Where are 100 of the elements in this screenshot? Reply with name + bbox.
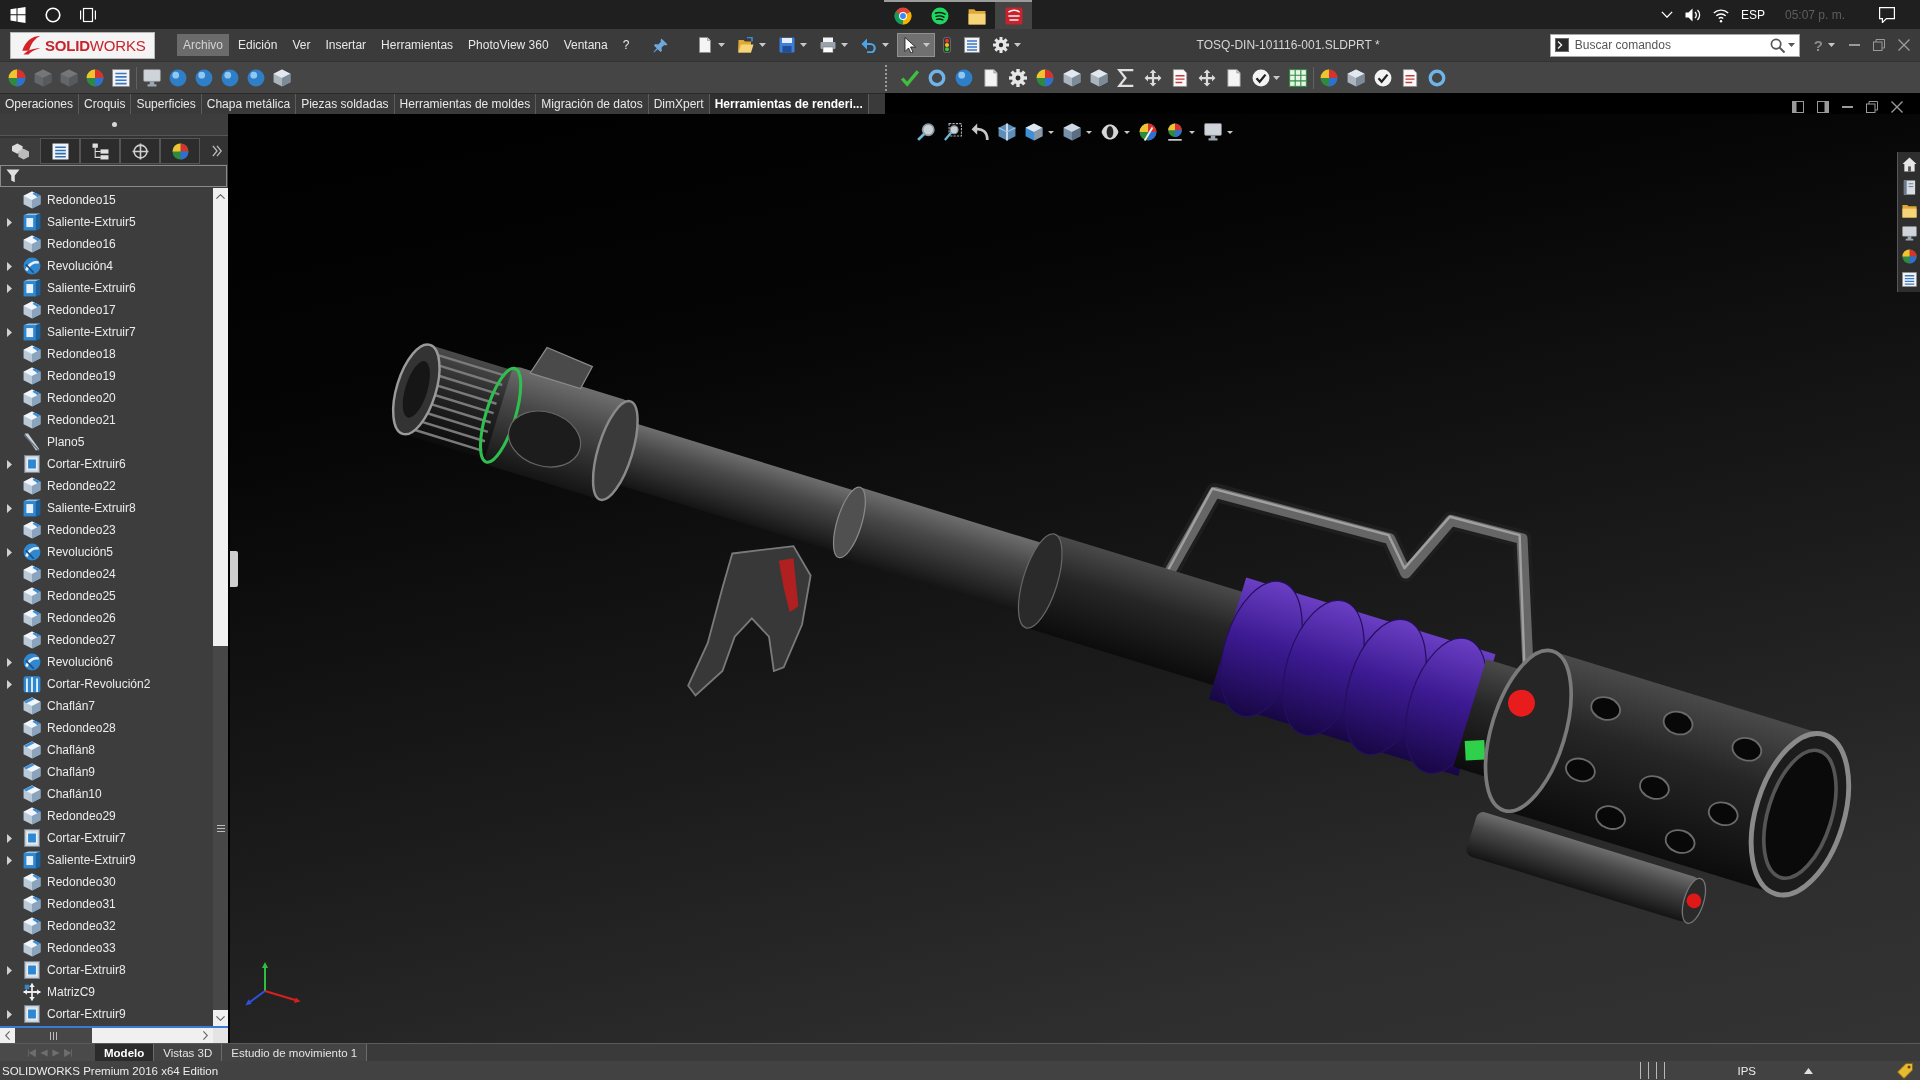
menu-item[interactable]: Edición — [232, 34, 284, 56]
ring-icon[interactable] — [1428, 68, 1446, 87]
check-mark-icon[interactable] — [901, 68, 919, 87]
caret-icon[interactable] — [1086, 130, 1092, 134]
expand-arrow-icon[interactable] — [7, 965, 12, 975]
sphere-icon[interactable] — [955, 68, 973, 87]
expand-arrow-icon[interactable] — [7, 1009, 12, 1019]
scrollbar-thumb[interactable] — [213, 646, 228, 1010]
view-cube-icon[interactable] — [1025, 123, 1043, 141]
folder-icon[interactable] — [967, 6, 986, 25]
horizontal-scrollbar[interactable] — [0, 1028, 213, 1043]
segmented-sphere-icon[interactable] — [1901, 249, 1917, 264]
menu-item[interactable]: Herramientas — [375, 34, 460, 56]
tree-item[interactable]: Cortar-Extruir9 — [17, 1004, 128, 1024]
home-icon[interactable] — [1901, 157, 1917, 172]
list-icon[interactable] — [112, 68, 130, 87]
tree-item[interactable]: Redondeo19 — [17, 366, 118, 386]
browser-logo-icon[interactable] — [893, 6, 912, 25]
cursor-button[interactable] — [897, 33, 936, 57]
ring-icon[interactable] — [928, 68, 946, 87]
tree-item[interactable]: Cortar-Extruir6 — [17, 454, 128, 474]
document-icon[interactable] — [1171, 68, 1189, 87]
taskbar-app-button[interactable] — [995, 0, 1032, 29]
circle-icon[interactable] — [45, 6, 61, 23]
expand-arrow-icon[interactable] — [7, 261, 12, 271]
segmented-sphere-icon[interactable] — [1036, 68, 1054, 87]
expand-arrow-icon[interactable] — [7, 547, 12, 557]
tree-item[interactable]: Saliente-Extruir6 — [17, 278, 138, 298]
caret-icon[interactable] — [1189, 130, 1195, 134]
tree-item[interactable]: Chaflán7 — [17, 696, 98, 716]
section-cube-icon[interactable] — [998, 123, 1016, 141]
spreadsheet-icon[interactable] — [1289, 68, 1307, 87]
caret-icon[interactable] — [1227, 130, 1233, 134]
expand-arrow-icon[interactable] — [7, 459, 12, 469]
arrows-icon[interactable] — [1144, 68, 1162, 87]
bottom-tab[interactable]: Modelo — [95, 1044, 155, 1061]
tag-icon[interactable] — [1897, 1062, 1913, 1079]
restore-icon[interactable] — [1873, 39, 1885, 51]
menu-item[interactable]: PhotoView 360 — [462, 34, 555, 56]
tree-item[interactable]: Redondeo23 — [17, 520, 118, 540]
filter-field[interactable] — [0, 165, 227, 187]
eye-icon[interactable] — [1101, 123, 1119, 141]
tree-item[interactable]: Cortar-Extruir8 — [17, 960, 128, 980]
caret-icon[interactable] — [1787, 43, 1795, 47]
tree-item[interactable]: Cortar-Extruir7 — [17, 828, 128, 848]
unit-system-button[interactable]: IPS — [1735, 1064, 1758, 1077]
notification-icon[interactable] — [1879, 6, 1895, 23]
command-tab[interactable]: Herramientas de renderi... — [709, 94, 869, 114]
tree-item[interactable]: Redondeo24 — [17, 564, 118, 584]
document-icon[interactable] — [1401, 68, 1419, 87]
tree-item[interactable]: Redondeo22 — [17, 476, 118, 496]
restore-icon[interactable] — [1866, 100, 1878, 113]
tree-item[interactable]: Redondeo33 — [17, 938, 118, 958]
check-circle-icon[interactable] — [1252, 68, 1270, 87]
zoom-area-icon[interactable] — [944, 123, 962, 141]
tree-item[interactable]: Saliente-Extruir9 — [17, 850, 138, 870]
segmented-sphere-icon[interactable] — [86, 68, 104, 87]
tree-item[interactable]: Chaflán8 — [17, 740, 98, 760]
expand-arrow-icon[interactable] — [7, 657, 12, 667]
tree-item[interactable]: Redondeo25 — [17, 586, 118, 606]
chevron-down-icon[interactable] — [1660, 11, 1673, 18]
scrollbar-thumb[interactable] — [15, 1028, 92, 1043]
cube-icon[interactable] — [1063, 68, 1081, 87]
caret-icon[interactable] — [1124, 130, 1130, 134]
tree-item[interactable]: Redondeo32 — [17, 916, 118, 936]
search-field[interactable]: Buscar comandos — [1549, 33, 1800, 57]
panel-tab[interactable] — [80, 138, 120, 164]
speaker-icon[interactable] — [1684, 6, 1701, 23]
cube-icon[interactable] — [1090, 68, 1108, 87]
start-menu-icon[interactable] — [10, 6, 26, 23]
magnifier-icon[interactable] — [917, 123, 935, 141]
left-panel-icon[interactable] — [1792, 100, 1804, 113]
list-icon[interactable] — [1901, 272, 1917, 287]
tree-item[interactable]: Redondeo31 — [17, 894, 118, 914]
expand-arrow-icon[interactable] — [7, 503, 12, 513]
tree-item[interactable]: Redondeo30 — [17, 872, 118, 892]
sphere-icon[interactable] — [221, 68, 239, 87]
music-logo-icon[interactable] — [930, 6, 949, 25]
panel-collapse-handle[interactable] — [230, 551, 238, 587]
sphere-icon[interactable] — [195, 68, 213, 87]
search-icon[interactable] — [1769, 37, 1785, 53]
tree-item[interactable]: Redondeo29 — [17, 806, 118, 826]
expand-arrow-icon[interactable] — [7, 217, 12, 227]
tree-item[interactable]: Chaflán10 — [17, 784, 104, 804]
sphere-icon[interactable] — [247, 68, 265, 87]
gear-icon[interactable] — [1009, 68, 1027, 87]
cube-icon[interactable] — [273, 68, 291, 87]
caret-icon[interactable] — [1048, 130, 1054, 134]
tree-item[interactable]: Redondeo16 — [17, 234, 118, 254]
sphere-brush-icon[interactable] — [1139, 123, 1157, 141]
panel-tab[interactable] — [120, 138, 160, 164]
check-circle-icon[interactable] — [1374, 68, 1392, 87]
segmented-sphere-icon[interactable] — [8, 68, 26, 87]
tree-item[interactable]: Redondeo17 — [17, 300, 118, 320]
tree-item[interactable]: Redondeo21 — [17, 410, 118, 430]
menu-item[interactable]: ? — [616, 34, 636, 56]
tree-item[interactable]: Redondeo20 — [17, 388, 118, 408]
tree-item[interactable]: Saliente-Extruir8 — [17, 498, 138, 518]
tree-item[interactable]: Redondeo18 — [17, 344, 118, 364]
solid-cube-icon[interactable] — [1063, 123, 1081, 141]
